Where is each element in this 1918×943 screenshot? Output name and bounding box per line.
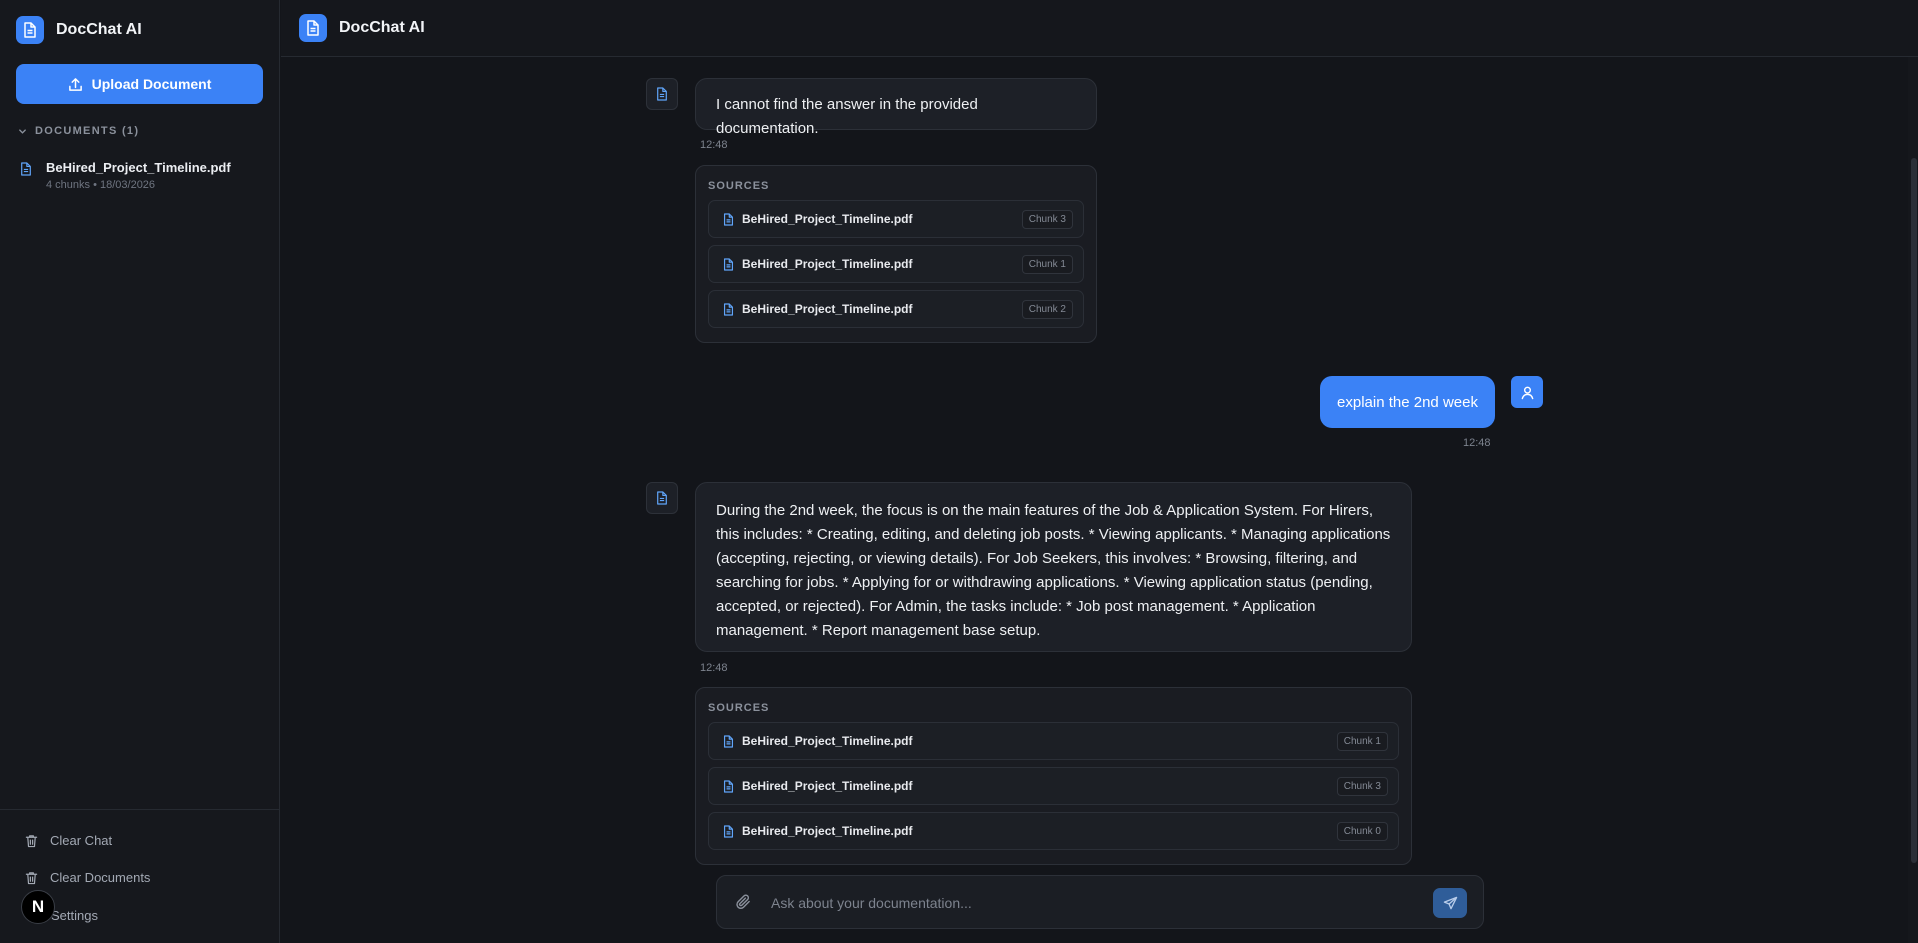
send-icon (1443, 896, 1458, 911)
settings-label: Settings (51, 908, 98, 923)
assistant-message: During the 2nd week, the focus is on the… (695, 482, 1412, 652)
assistant-avatar (646, 482, 678, 514)
source-item[interactable]: BeHired_Project_Timeline.pdf Chunk 3 (708, 200, 1084, 238)
file-icon (723, 734, 734, 748)
sources-panel: SOURCES BeHired_Project_Timeline.pdf Chu… (695, 687, 1412, 865)
sources-title: SOURCES (708, 702, 770, 714)
file-icon (723, 779, 734, 793)
chunk-badge: Chunk 3 (1336, 776, 1388, 796)
source-file-name: BeHired_Project_Timeline.pdf (742, 779, 913, 793)
document-icon (16, 16, 44, 44)
file-icon (723, 302, 734, 316)
chunk-badge: Chunk 0 (1336, 821, 1388, 841)
source-item[interactable]: BeHired_Project_Timeline.pdf Chunk 2 (708, 290, 1084, 328)
user-icon (1511, 376, 1543, 408)
document-meta: 4 chunks • 18/03/2026 (46, 179, 156, 191)
sources-panel: SOURCES BeHired_Project_Timeline.pdf Chu… (695, 165, 1097, 343)
sources-title: SOURCES (708, 180, 770, 192)
sidebar-divider (0, 809, 280, 810)
document-name: BeHired_Project_Timeline.pdf (46, 160, 231, 175)
document-icon (299, 14, 327, 42)
clear-documents-label: Clear Documents (50, 870, 151, 885)
clear-chat-button[interactable]: Clear Chat (25, 833, 112, 848)
file-icon (723, 212, 734, 226)
header-title: DocChat AI (339, 19, 425, 36)
chunk-badge: Chunk 1 (1021, 254, 1073, 274)
upload-icon (68, 77, 83, 92)
upload-document-button[interactable]: Upload Document (16, 64, 263, 104)
chat-composer (716, 875, 1484, 929)
assistant-message: I cannot find the answer in the provided… (695, 78, 1097, 137)
chat-input[interactable] (771, 889, 1391, 917)
file-icon (723, 824, 734, 838)
source-file-name: BeHired_Project_Timeline.pdf (742, 302, 913, 316)
documents-section-toggle[interactable]: DOCUMENTS (1) (18, 125, 139, 137)
trash-icon (25, 834, 38, 848)
file-icon (20, 162, 32, 191)
clear-chat-label: Clear Chat (50, 833, 113, 848)
send-button[interactable] (1433, 888, 1467, 918)
assistant-avatar (646, 78, 678, 110)
source-file-name: BeHired_Project_Timeline.pdf (742, 824, 913, 838)
trash-icon (25, 871, 38, 885)
chunk-badge: Chunk 2 (1021, 299, 1073, 319)
app-title: DocChat AI (56, 21, 142, 38)
source-item[interactable]: BeHired_Project_Timeline.pdf Chunk 1 (708, 722, 1399, 760)
sidebar-brand: DocChat AI (16, 16, 142, 44)
message-time: 12:48 (1463, 437, 1491, 449)
source-item[interactable]: BeHired_Project_Timeline.pdf Chunk 0 (708, 812, 1399, 850)
chunk-badge: Chunk 1 (1336, 731, 1388, 751)
chevron-down-icon (18, 127, 27, 136)
source-file-name: BeHired_Project_Timeline.pdf (742, 734, 913, 748)
chat-scrollbar-thumb[interactable] (1911, 158, 1917, 863)
sidebar: DocChat AI Upload Document DOCUMENTS (1)… (0, 0, 280, 943)
chunk-badge: Chunk 3 (1021, 209, 1073, 229)
message-time: 12:48 (700, 662, 728, 674)
header-brand: DocChat AI (299, 14, 425, 42)
source-file-name: BeHired_Project_Timeline.pdf (742, 212, 913, 226)
document-list-item[interactable]: BeHired_Project_Timeline.pdf 4 chunks • … (20, 160, 260, 191)
top-bar: DocChat AI (281, 0, 1918, 57)
user-message: explain the 2nd week (1320, 376, 1495, 428)
dev-badge[interactable]: N (21, 890, 55, 924)
source-item[interactable]: BeHired_Project_Timeline.pdf Chunk 1 (708, 245, 1084, 283)
source-file-name: BeHired_Project_Timeline.pdf (742, 257, 913, 271)
clear-documents-button[interactable]: Clear Documents (25, 870, 150, 885)
documents-header: DOCUMENTS (1) (35, 125, 140, 137)
paperclip-icon[interactable] (735, 893, 752, 911)
message-time: 12:48 (700, 139, 728, 151)
upload-document-label: Upload Document (91, 76, 212, 92)
file-icon (723, 257, 734, 271)
source-item[interactable]: BeHired_Project_Timeline.pdf Chunk 3 (708, 767, 1399, 805)
